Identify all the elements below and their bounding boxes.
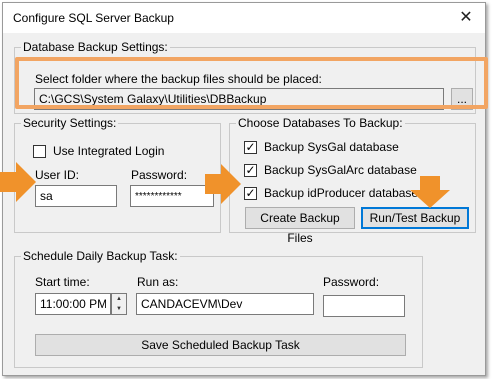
schedule-backup-legend: Schedule Daily Backup Task: — [21, 249, 180, 263]
idproducer-label: Backup idProducer database — [264, 186, 419, 200]
browse-folder-button[interactable]: ... — [451, 88, 473, 110]
run-as-input[interactable] — [136, 293, 314, 315]
spin-up-icon[interactable]: ▲ — [112, 294, 126, 304]
schedule-password-input[interactable] — [323, 295, 405, 317]
title-bar: Configure SQL Server Backup ✕ — [3, 3, 485, 33]
choose-databases-group: Choose Databases To Backup: ✓ Backup Sys… — [229, 116, 476, 245]
choose-databases-legend: Choose Databases To Backup: — [236, 116, 405, 130]
schedule-password-label: Password: — [323, 275, 380, 289]
sysgalarc-label: Backup SysGalArc database — [264, 163, 417, 177]
sysgal-label: Backup SysGal database — [264, 140, 399, 154]
integrated-login-checkbox[interactable] — [33, 145, 46, 158]
run-test-backup-button[interactable]: Run/Test Backup — [361, 207, 469, 229]
spin-down-icon[interactable]: ▼ — [112, 304, 126, 314]
security-settings-group: Security Settings: Use Integrated Login … — [14, 116, 221, 233]
database-backup-settings-legend: Database Backup Settings: — [21, 40, 170, 54]
user-id-label: User ID: — [35, 168, 80, 182]
configure-backup-dialog: Configure SQL Server Backup ✕ Database B… — [2, 2, 486, 376]
password-input[interactable] — [130, 185, 214, 207]
backup-folder-label: Select folder where the backup files sho… — [35, 72, 322, 86]
integrated-login-label: Use Integrated Login — [53, 144, 165, 158]
create-backup-files-button[interactable]: Create Backup Files — [245, 207, 355, 245]
close-button[interactable]: ✕ — [456, 8, 476, 28]
start-time-input[interactable] — [35, 293, 111, 315]
sysgalarc-checkbox[interactable]: ✓ — [244, 164, 257, 177]
user-id-input[interactable] — [35, 185, 117, 207]
save-scheduled-task-button[interactable]: Save Scheduled Backup Task — [35, 334, 406, 356]
password-label: Password: — [131, 168, 188, 182]
schedule-backup-group: Schedule Daily Backup Task: Start time: … — [14, 249, 423, 368]
sysgal-checkbox[interactable]: ✓ — [244, 141, 257, 154]
idproducer-checkbox[interactable]: ✓ — [244, 187, 257, 200]
database-backup-settings-group: Database Backup Settings: Select folder … — [14, 40, 476, 114]
run-as-label: Run as: — [137, 275, 179, 289]
start-time-spinner[interactable]: ▲ ▼ — [111, 293, 127, 315]
backup-folder-input[interactable] — [34, 88, 444, 110]
window-title: Configure SQL Server Backup — [13, 11, 174, 25]
start-time-label: Start time: — [35, 275, 90, 289]
security-settings-legend: Security Settings: — [21, 116, 119, 130]
